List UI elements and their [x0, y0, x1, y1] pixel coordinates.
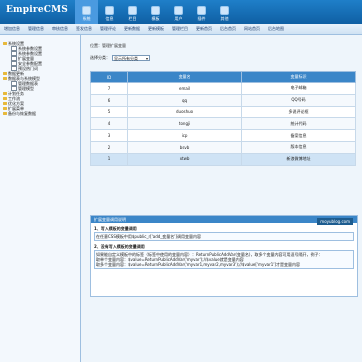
- cell-name: qq: [127, 93, 243, 107]
- section-1-body: 在任意CSS模板中用$public_r['add_变量名']调用变量内容: [94, 232, 354, 241]
- cell-label: QQ号码: [241, 93, 356, 107]
- cell-id: 7: [89, 82, 129, 95]
- quick-add-info[interactable]: 增加信息: [0, 26, 24, 32]
- cell-name: email: [127, 82, 243, 95]
- quick-menu: 增加信息 管理信息 审核信息 签发信息 管理评论 更新数据 更新模板 管理栏目 …: [0, 24, 362, 35]
- cell-label: 版本信息: [241, 140, 356, 154]
- column-icon: [128, 6, 137, 15]
- sidebar-item[interactable]: 备份与恢复数据: [3, 111, 42, 116]
- cell-id: 1: [89, 152, 129, 166]
- table-row[interactable]: 7 email 电子邮箱: [89, 82, 356, 95]
- quick-sign-info[interactable]: 签发信息: [72, 26, 96, 32]
- folder-icon: [3, 92, 7, 95]
- variable-table: ID 变量名 变量标识 7 email 电子邮箱 6 qq QQ号码 5 duoshuo 多说评…: [89, 71, 356, 166]
- table-row[interactable]: 6 qq QQ号码: [89, 93, 356, 107]
- cell-name: icp: [127, 129, 243, 142]
- cell-id: 3: [89, 129, 129, 142]
- section-2-title: 2、没有写入模板的变量调用: [94, 244, 145, 249]
- cell-id: 2: [89, 140, 129, 154]
- main-content: 位置：管理扩展变量 选择分类： 显示所有分类 ▾ ID 变量名 变量标识 7 ema…: [86, 35, 362, 362]
- cell-name: tongji: [127, 117, 243, 131]
- sidebar: 系统设置 系统参数设置 系统参数设置 扩展变量 安全参数配置 预设热门词 数据更新 数据表与系…: [0, 35, 81, 362]
- table-row[interactable]: 2 bsvb 版本信息: [89, 140, 356, 154]
- col-label: 变量标识: [241, 71, 356, 83]
- cell-label: 新浪微博地址: [241, 152, 356, 166]
- folder-icon: [3, 77, 7, 80]
- watermark: moyublog.com: [317, 218, 353, 225]
- top-nav-plugin[interactable]: 插件: [190, 0, 213, 24]
- quick-review-info[interactable]: 审核信息: [48, 26, 72, 32]
- system-icon: [82, 6, 91, 15]
- user-icon: [174, 6, 183, 15]
- top-nav-template[interactable]: 模板: [144, 0, 167, 24]
- table-row[interactable]: 4 tongji 统计代码: [89, 117, 356, 131]
- quick-site-home[interactable]: 网站首页: [240, 26, 264, 32]
- cell-label: 统计代码: [241, 117, 356, 131]
- other-icon: [220, 6, 229, 15]
- help-panel: 扩展变量调用说明 moyublog.com 1、写入模板的变量调用 在任意CSS…: [90, 215, 358, 297]
- template-icon: [151, 6, 160, 15]
- cell-id: 5: [89, 105, 129, 119]
- quick-admin-home[interactable]: 后台首页: [216, 26, 240, 32]
- folder-icon: [3, 72, 7, 75]
- table-row[interactable]: 1 xtwb 新浪微博地址: [89, 152, 356, 166]
- quick-admin-map[interactable]: 后台地图: [264, 26, 288, 32]
- cell-id: 4: [89, 117, 129, 131]
- plugin-icon: [197, 6, 206, 15]
- quick-update-template[interactable]: 更新模板: [144, 26, 168, 32]
- top-nav-user[interactable]: 用户: [167, 0, 190, 24]
- table-row[interactable]: 3 icp 备案信息: [89, 129, 356, 142]
- cell-name: duoshuo: [127, 105, 243, 119]
- cell-id: 6: [89, 93, 129, 107]
- breadcrumb: 位置：管理扩展变量: [90, 43, 126, 48]
- folder-icon: [3, 107, 7, 110]
- quick-update-home[interactable]: 更新首页: [192, 26, 216, 32]
- col-id: ID: [89, 71, 129, 83]
- col-name: 变量名: [127, 71, 243, 83]
- sidebar-tree: 系统设置 系统参数设置 系统参数设置 扩展变量 安全参数配置 预设热门词 数据更新 数据表与系…: [3, 41, 42, 116]
- folder-icon: [3, 102, 7, 105]
- cell-label: 备案信息: [241, 129, 356, 142]
- section-1-title: 1、写入模板的变量调用: [94, 226, 137, 231]
- folder-icon: [3, 42, 7, 45]
- category-filter: 选择分类： 显示所有分类 ▾: [90, 55, 150, 61]
- cell-label: 多说评论框: [241, 105, 356, 119]
- folder-icon: [3, 97, 7, 100]
- info-icon: [105, 6, 114, 15]
- top-nav-column[interactable]: 栏目: [121, 0, 144, 24]
- top-header: EmpireCMS 系统 信息 栏目 模板 用户 插件 其他: [0, 0, 362, 24]
- section-2-body: 如果能自定义模板中的标签（标签中使用的变量内容）：ReturnPublicAdd…: [94, 250, 354, 269]
- chevron-down-icon: ▾: [145, 56, 148, 61]
- quick-manage-info[interactable]: 管理信息: [24, 26, 48, 32]
- table-row[interactable]: 5 duoshuo 多说评论框: [89, 105, 356, 119]
- quick-update-data[interactable]: 更新数据: [120, 26, 144, 32]
- top-nav-system[interactable]: 系统: [75, 0, 98, 24]
- cell-name: xtwb: [127, 152, 243, 166]
- cell-label: 电子邮箱: [241, 82, 356, 95]
- quick-manage-column[interactable]: 管理栏目: [168, 26, 192, 32]
- top-nav-other[interactable]: 其他: [213, 0, 236, 24]
- quick-manage-comment[interactable]: 管理评论: [96, 26, 120, 32]
- top-nav: 系统 信息 栏目 模板 用户 插件 其他: [75, 0, 236, 24]
- category-select[interactable]: 显示所有分类 ▾: [112, 55, 150, 61]
- filter-label: 选择分类：: [90, 55, 110, 60]
- top-nav-info[interactable]: 信息: [98, 0, 121, 24]
- app-logo: EmpireCMS: [6, 5, 68, 15]
- cell-name: bsvb: [127, 140, 243, 154]
- folder-icon: [3, 112, 7, 115]
